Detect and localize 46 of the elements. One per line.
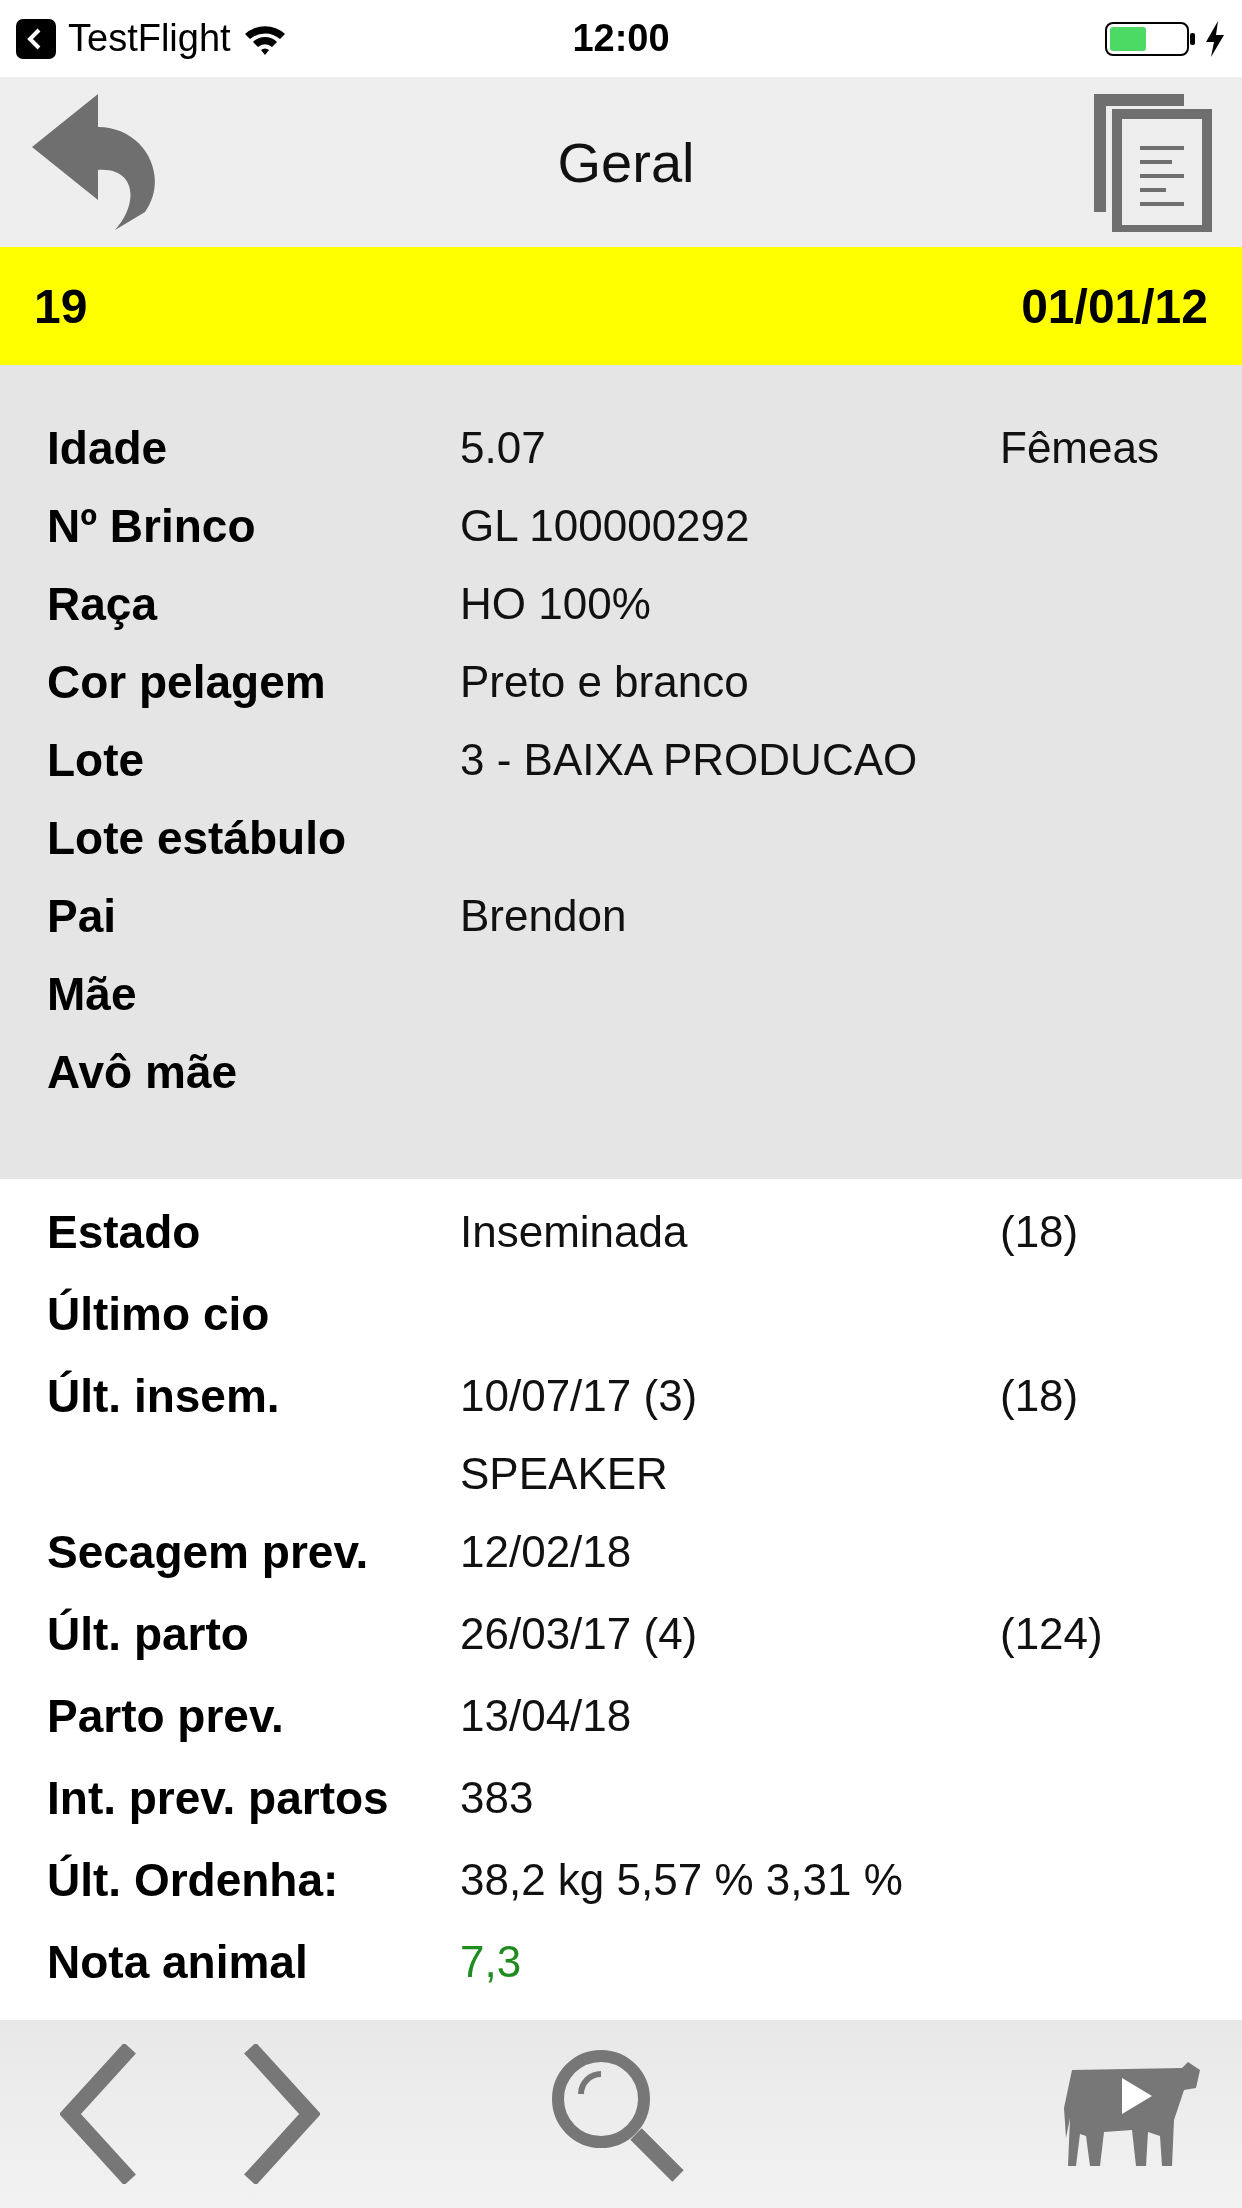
field-label: Lote estábulo	[47, 811, 348, 866]
field-value: Inseminada	[460, 1206, 689, 1258]
field-label: Cor pelagem	[47, 655, 327, 710]
field-label: Parto prev.	[47, 1689, 285, 1744]
field-note: Fêmeas	[1000, 422, 1160, 474]
field-note: (124)	[1000, 1608, 1104, 1660]
field-label: Avô mãe	[47, 1045, 239, 1100]
field-label: Último cio	[47, 1287, 271, 1342]
field-label: Estado	[47, 1205, 202, 1260]
field-label: Raça	[47, 577, 159, 632]
field-label: Últ. insem.	[47, 1369, 281, 1424]
field-value: 5.07	[460, 422, 547, 474]
field-label: Mãe	[47, 967, 138, 1022]
field-note: (18)	[1000, 1206, 1080, 1258]
field-label: Nº Brinco	[47, 499, 257, 554]
field-value: 12/02/18	[460, 1526, 633, 1578]
field-value: 38,2 kg 5,57 % 3,31 %	[460, 1854, 904, 1906]
field-note: (18)	[1000, 1370, 1080, 1422]
field-value: 13/04/18	[460, 1690, 633, 1742]
field-value: 383	[460, 1772, 535, 1824]
field-value: Brendon	[460, 890, 628, 942]
field-label: Pai	[47, 889, 118, 944]
field-value: SPEAKER	[460, 1448, 669, 1500]
back-app-icon[interactable]	[16, 18, 56, 59]
field-label: Últ. parto	[47, 1607, 250, 1662]
field-value: 3 - BAIXA PRODUCAO	[460, 734, 919, 786]
field-label: Lote	[47, 733, 146, 788]
screen-title: Geral	[557, 129, 695, 195]
field-value: Preto e branco	[460, 656, 750, 708]
back-app-label[interactable]: TestFlight	[68, 17, 231, 60]
field-label: Idade	[47, 421, 169, 476]
field-label: Nota animal	[47, 1935, 309, 1990]
field-value: 26/03/17 (4)	[460, 1608, 699, 1660]
field-value: GL 100000292	[460, 500, 751, 552]
field-label: Int. prev. partos	[47, 1771, 390, 1826]
charging-icon	[1204, 19, 1226, 58]
field-label: Últ. Ordenha:	[47, 1853, 340, 1908]
record-date: 01/01/12	[1021, 278, 1208, 334]
field-label: Secagem prev.	[47, 1525, 370, 1580]
field-value: 10/07/17 (3)	[460, 1370, 699, 1422]
field-value: 7,3	[460, 1936, 523, 1988]
animal-number: 19	[34, 278, 88, 334]
documents-button[interactable]	[1092, 92, 1212, 232]
battery-icon	[1104, 19, 1196, 58]
clock-time: 12:00	[572, 17, 670, 60]
field-value: HO 100%	[460, 578, 652, 630]
